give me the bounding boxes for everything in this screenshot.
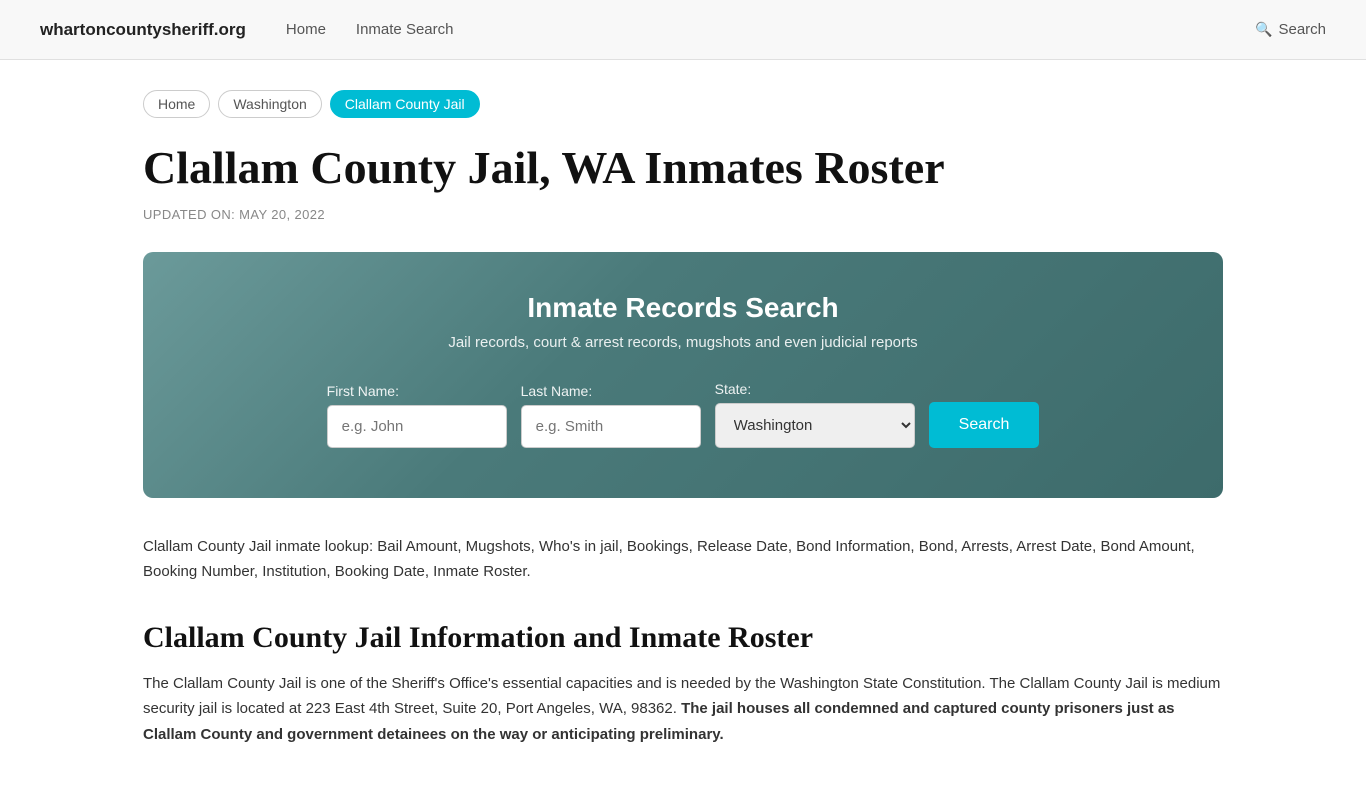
navbar-search[interactable]: 🔍 Search — [1255, 21, 1326, 38]
search-form: First Name: Last Name: State: AlabamaAla… — [203, 381, 1163, 448]
nav-link-inmate-search[interactable]: Inmate Search — [356, 21, 454, 38]
nav-link-home[interactable]: Home — [286, 21, 326, 38]
search-card: Inmate Records Search Jail records, cour… — [143, 252, 1223, 498]
navbar-search-label: Search — [1278, 21, 1326, 38]
state-label: State: — [715, 381, 915, 397]
search-icon: 🔍 — [1255, 21, 1272, 38]
breadcrumb: Home Washington Clallam County Jail — [143, 90, 1223, 118]
navbar-brand[interactable]: whartoncountysheriff.org — [40, 20, 246, 40]
last-name-label: Last Name: — [521, 383, 701, 399]
state-group: State: AlabamaAlaskaArizonaArkansasCalif… — [715, 381, 915, 448]
search-card-title: Inmate Records Search — [203, 292, 1163, 324]
breadcrumb-clallam[interactable]: Clallam County Jail — [330, 90, 480, 118]
main-content: Home Washington Clallam County Jail Clal… — [103, 60, 1263, 807]
section-heading: Clallam County Jail Information and Inma… — [143, 621, 1223, 655]
updated-on: UPDATED ON: MAY 20, 2022 — [143, 207, 1223, 222]
first-name-input[interactable] — [327, 405, 507, 448]
breadcrumb-home[interactable]: Home — [143, 90, 210, 118]
section-text: The Clallam County Jail is one of the Sh… — [143, 671, 1223, 748]
breadcrumb-washington[interactable]: Washington — [218, 90, 321, 118]
state-select[interactable]: AlabamaAlaskaArizonaArkansasCaliforniaCo… — [715, 403, 915, 448]
navbar-links: Home Inmate Search — [286, 21, 1215, 38]
navbar: whartoncountysheriff.org Home Inmate Sea… — [0, 0, 1366, 60]
last-name-group: Last Name: — [521, 383, 701, 448]
last-name-input[interactable] — [521, 405, 701, 448]
page-title: Clallam County Jail, WA Inmates Roster — [143, 142, 1223, 195]
search-card-subtitle: Jail records, court & arrest records, mu… — [203, 334, 1163, 351]
search-button[interactable]: Search — [929, 402, 1040, 448]
first-name-label: First Name: — [327, 383, 507, 399]
first-name-group: First Name: — [327, 383, 507, 448]
body-text: Clallam County Jail inmate lookup: Bail … — [143, 534, 1223, 585]
